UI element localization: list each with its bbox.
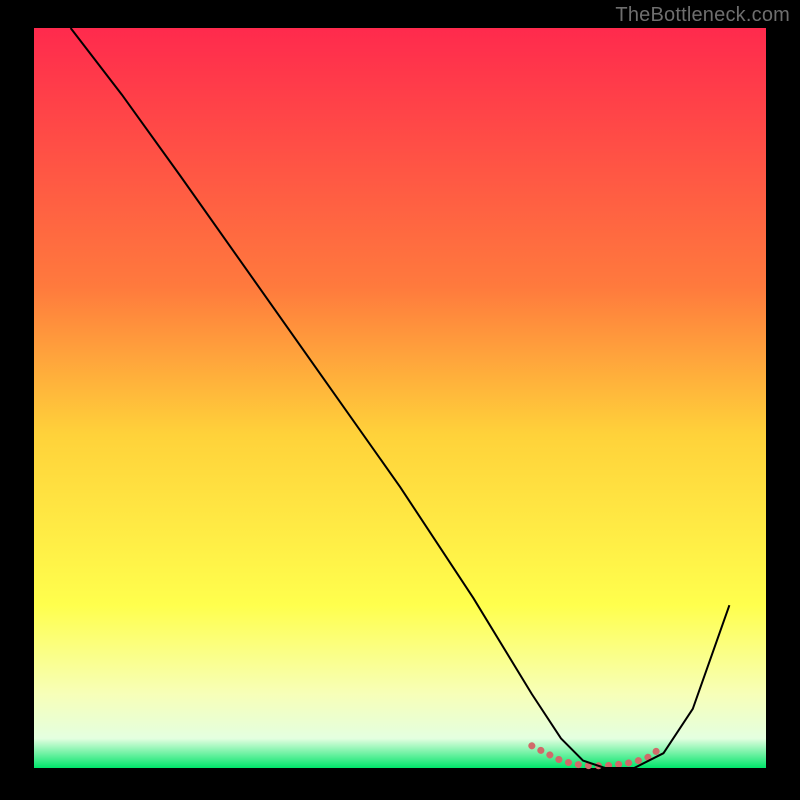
bottleneck-chart xyxy=(0,0,800,800)
chart-wrap: TheBottleneck.com xyxy=(0,0,800,800)
gradient-background xyxy=(34,28,766,768)
watermark-text: TheBottleneck.com xyxy=(615,4,790,27)
